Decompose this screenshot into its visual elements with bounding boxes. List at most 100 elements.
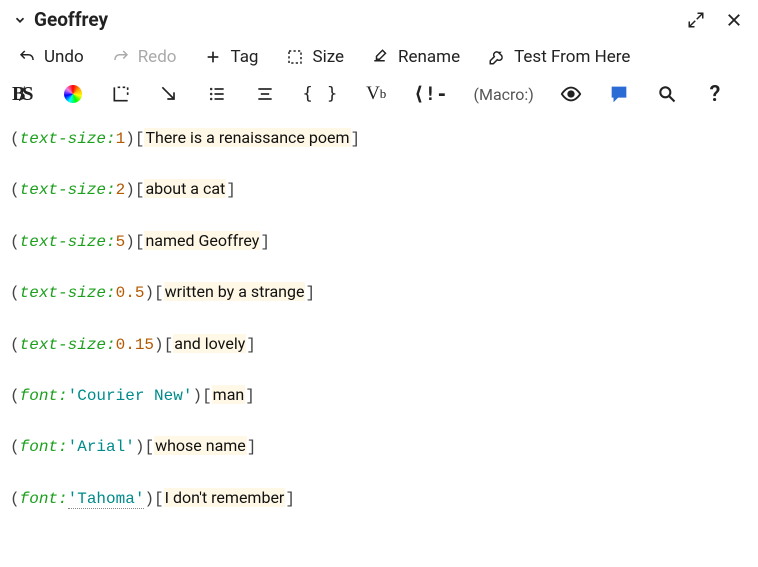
bracket-open: [ (164, 336, 174, 354)
paren-open: ( (10, 387, 20, 405)
variable-button[interactable]: Vb (365, 83, 387, 105)
rename-label: Rename (398, 47, 460, 67)
rotate-button[interactable] (158, 83, 180, 105)
bracket-open: [ (135, 130, 145, 148)
paren-close: ) (154, 336, 164, 354)
hook-text: named Geoffrey (144, 231, 260, 250)
macro-name: text-size: (20, 233, 116, 251)
help-button[interactable]: ? (704, 83, 726, 105)
code-line[interactable]: (text-size:5)[named Geoffrey] (10, 230, 748, 253)
code-line[interactable]: (text-size:0.15)[and lovely] (10, 333, 748, 356)
hook-text: about a cat (144, 179, 226, 198)
macro-name: font: (20, 490, 68, 508)
size-label: Size (312, 47, 344, 67)
redo-icon (112, 48, 130, 66)
paren-open: ( (10, 130, 20, 148)
code-line[interactable]: (font:'Arial')[whose name] (10, 435, 748, 458)
bracket-close: ] (260, 233, 270, 251)
paren-close: ) (144, 490, 154, 508)
redo-label: Redo (138, 47, 177, 67)
macro-arg: 1 (116, 130, 126, 148)
paren-open: ( (10, 181, 20, 199)
size-button[interactable]: Size (286, 47, 344, 67)
hook-text: I don't remember (164, 488, 286, 507)
macro-arg: 'Arial' (68, 438, 135, 456)
macro-button[interactable]: (Macro:) (474, 83, 534, 105)
bracket-open: [ (154, 284, 164, 302)
test-label: Test From Here (514, 47, 630, 67)
bracket-close: ] (247, 438, 257, 456)
macro-name: text-size: (20, 181, 116, 199)
paren-close: ) (125, 181, 135, 199)
bracket-close: ] (305, 284, 315, 302)
chat-button[interactable] (608, 83, 630, 105)
bracket-close: ] (285, 490, 295, 508)
macro-name: text-size: (20, 284, 116, 302)
list-button[interactable] (206, 83, 228, 105)
undo-icon (18, 48, 36, 66)
bracket-open: [ (135, 233, 145, 251)
passage-title: Geoffrey (34, 8, 686, 31)
hook-text: whose name (154, 436, 247, 455)
macro-arg: 2 (116, 181, 126, 199)
align-button[interactable] (254, 83, 276, 105)
macro-name: font: (20, 438, 68, 456)
bracket-open: [ (135, 181, 145, 199)
bold-strike-button[interactable]: B/S (12, 83, 36, 105)
macro-arg: 'Courier New' (68, 387, 193, 405)
paren-open: ( (10, 438, 20, 456)
code-line[interactable]: (font:'Courier New')[man] (10, 384, 748, 407)
code-line[interactable]: (font:'Tahoma')[I don't remember] (10, 487, 748, 510)
wrench-icon (488, 48, 506, 66)
eye-button[interactable] (560, 83, 582, 105)
rename-icon (372, 48, 390, 66)
plus-icon (204, 48, 222, 66)
macro-arg: 0.5 (116, 284, 145, 302)
collapse-toggle[interactable] (12, 12, 28, 28)
bracket-close: ] (245, 387, 255, 405)
paren-close: ) (192, 387, 202, 405)
code-editor[interactable]: (text-size:1)[There is a renaissance poe… (0, 119, 758, 510)
tag-button[interactable]: Tag (204, 47, 258, 67)
code-line[interactable]: (text-size:0.5)[written by a strange] (10, 281, 748, 304)
bracket-close: ] (226, 181, 236, 199)
hook-text: written by a strange (164, 282, 306, 301)
macro-arg: 'Tahoma' (68, 490, 145, 509)
comment-button[interactable]: ⟨!- (413, 83, 447, 105)
paren-close: ) (125, 233, 135, 251)
search-button[interactable] (656, 83, 678, 105)
undo-label: Undo (44, 47, 84, 67)
rainbow-icon (64, 85, 82, 103)
bracket-close: ] (351, 130, 361, 148)
expand-icon[interactable] (686, 10, 706, 30)
paren-close: ) (135, 438, 145, 456)
bracket-open: [ (154, 490, 164, 508)
test-button[interactable]: Test From Here (488, 47, 630, 67)
hook-text: man (212, 385, 246, 404)
bracket-open: [ (144, 438, 154, 456)
paren-close: ) (125, 130, 135, 148)
tag-label: Tag (230, 47, 258, 67)
bracket-open: [ (202, 387, 212, 405)
paren-open: ( (10, 233, 20, 251)
macro-arg: 5 (116, 233, 126, 251)
undo-button[interactable]: Undo (18, 47, 84, 67)
paren-open: ( (10, 284, 20, 302)
macro-name: text-size: (20, 336, 116, 354)
braces-button[interactable]: { } (302, 83, 339, 105)
redo-button: Redo (112, 47, 177, 67)
border-button[interactable] (110, 83, 132, 105)
color-button[interactable] (62, 83, 84, 105)
size-icon (286, 48, 304, 66)
macro-arg: 0.15 (116, 336, 154, 354)
macro-name: text-size: (20, 130, 116, 148)
code-line[interactable]: (text-size:2)[about a cat] (10, 178, 748, 201)
close-icon[interactable] (724, 10, 744, 30)
bracket-close: ] (246, 336, 256, 354)
paren-open: ( (10, 336, 20, 354)
code-line[interactable]: (text-size:1)[There is a renaissance poe… (10, 127, 748, 150)
paren-open: ( (10, 490, 20, 508)
hook-text: There is a renaissance poem (144, 128, 350, 147)
rename-button[interactable]: Rename (372, 47, 460, 67)
paren-close: ) (144, 284, 154, 302)
